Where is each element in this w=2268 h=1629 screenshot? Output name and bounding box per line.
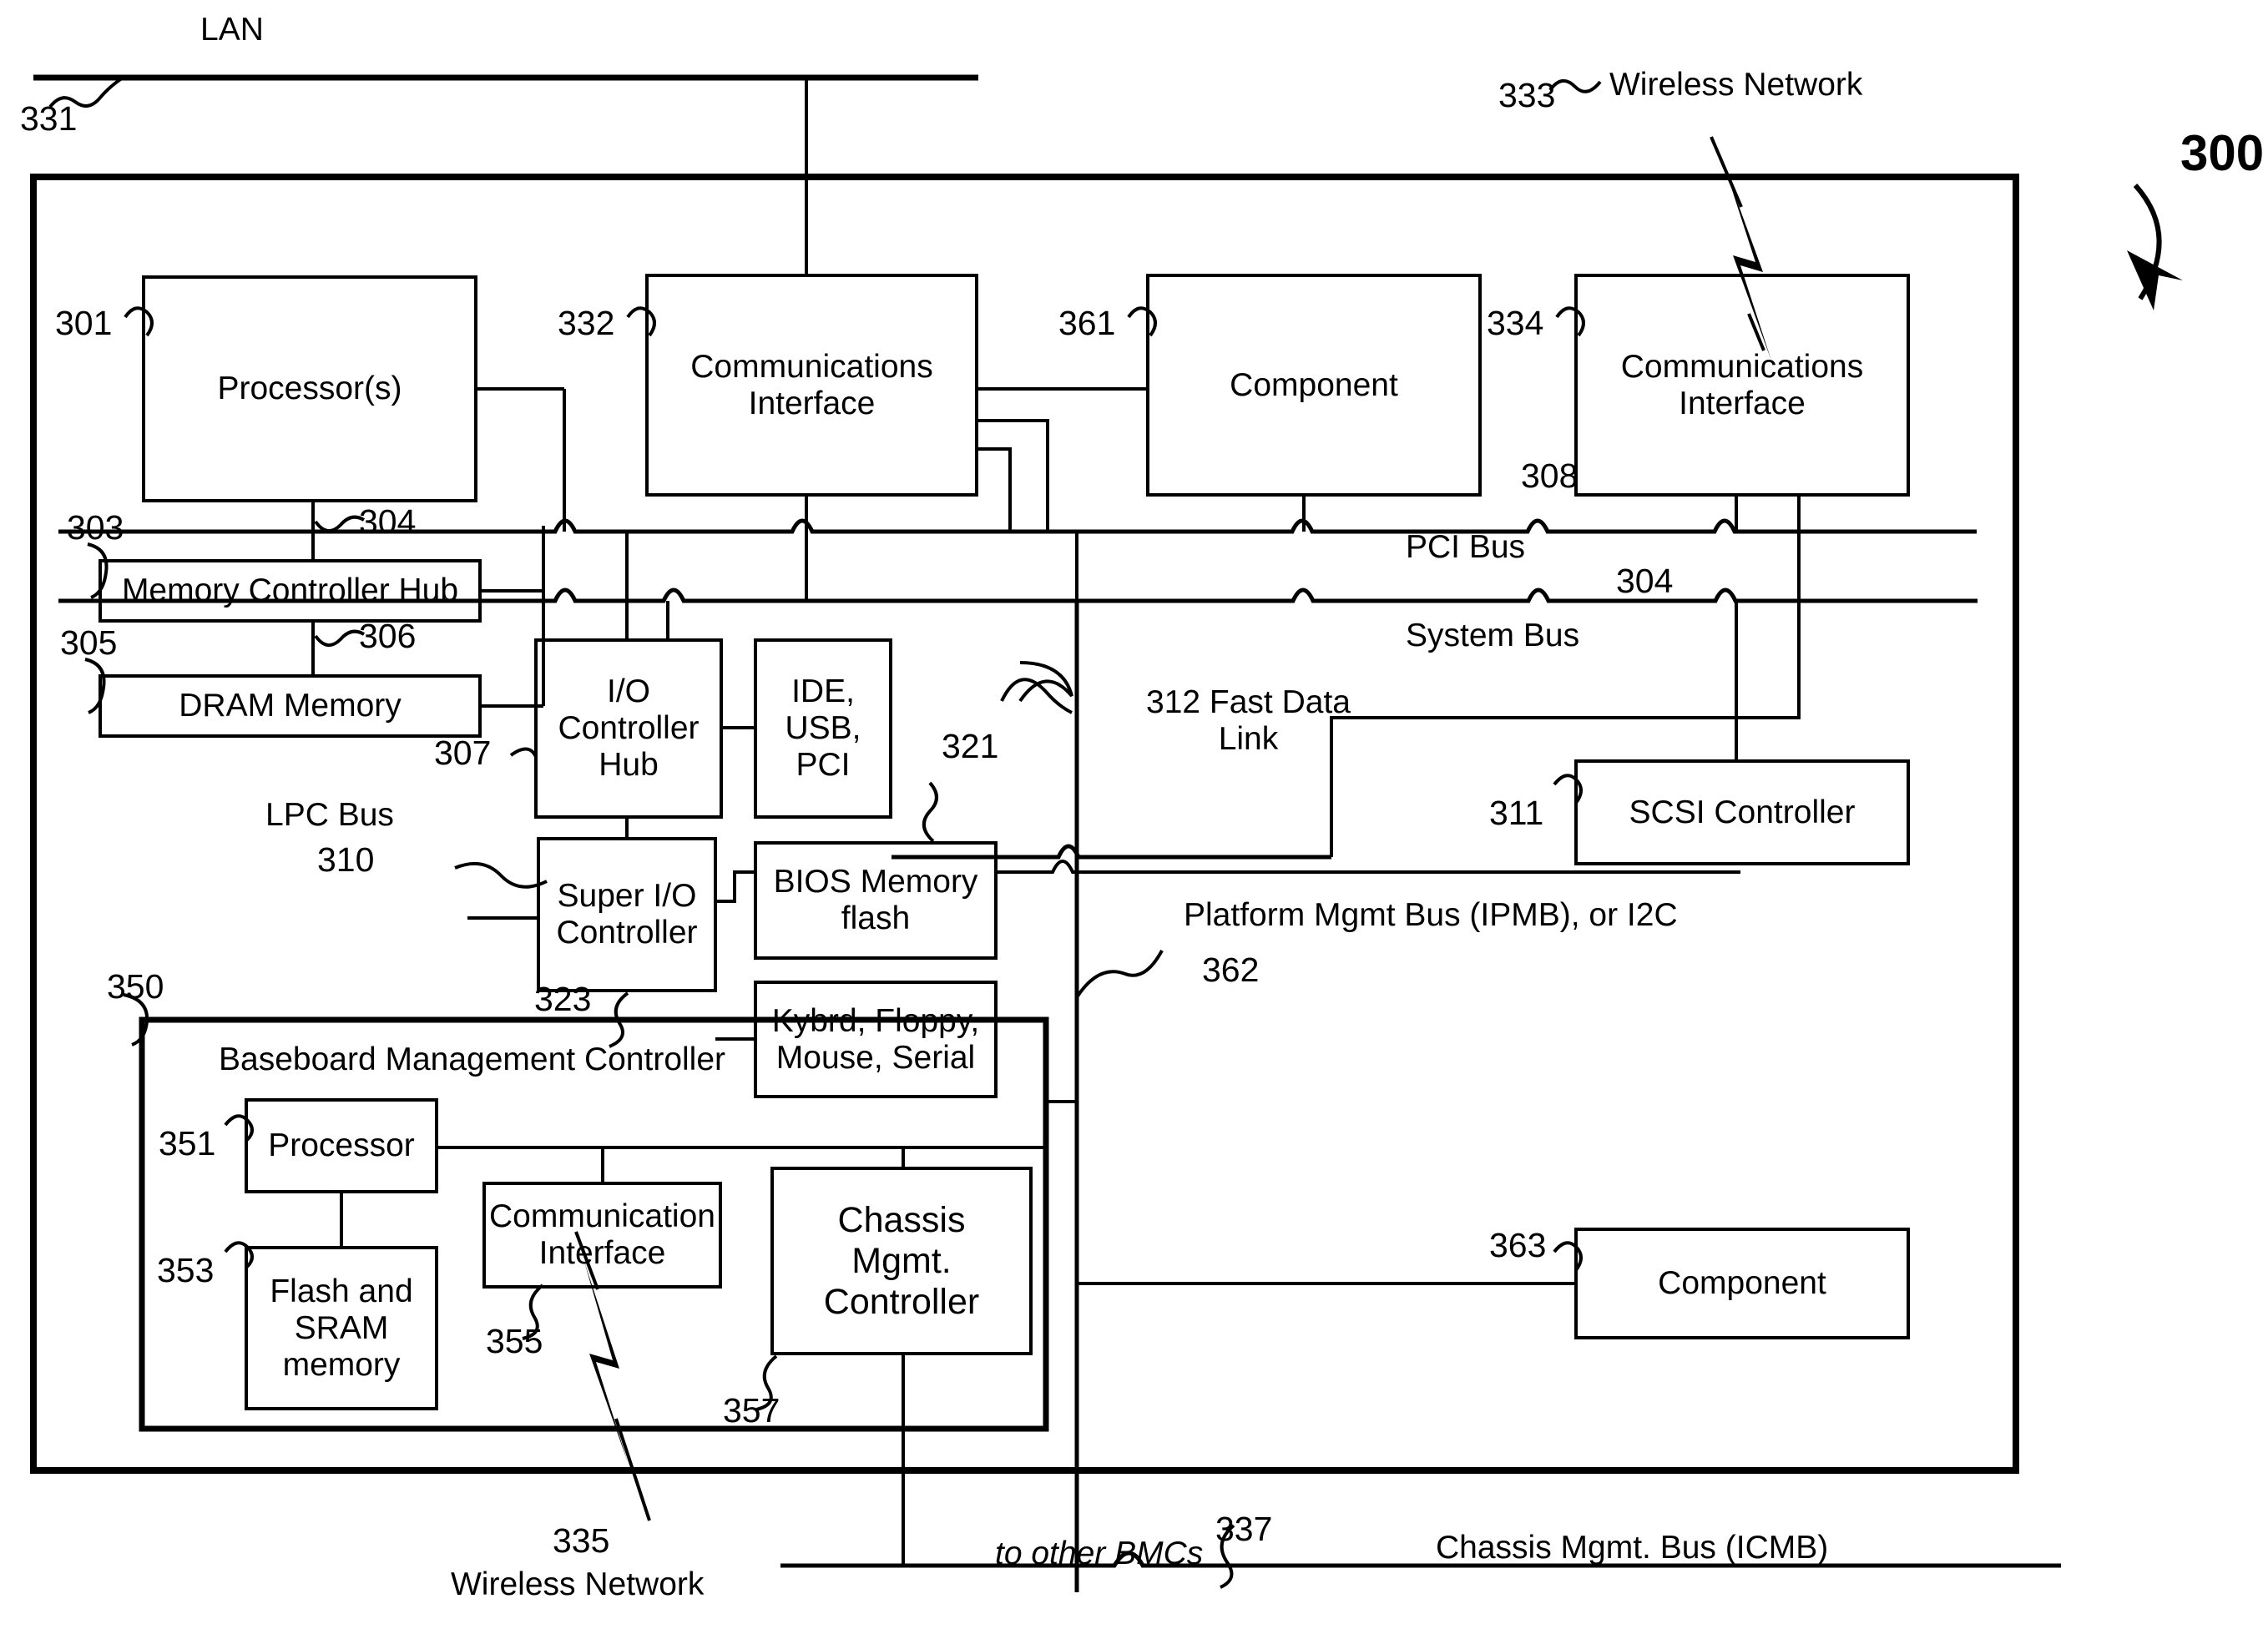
bmc-comm-interface-text: Communication Interface: [489, 1198, 715, 1271]
io-controller-hub-label: I/O Controller Hub: [536, 640, 721, 817]
ref-304a-label: 304: [359, 502, 417, 541]
bmc-flash-sram-text: Flash and SRAM memory: [270, 1273, 413, 1383]
ref-304b-label: 304: [1616, 562, 1674, 600]
figure-number-label: 300: [2180, 125, 2265, 181]
ref-321-label: 321: [942, 727, 999, 765]
wireless-network-bottom-label: Wireless Network: [451, 1566, 705, 1602]
comm-interface-334-text: Communications Interface: [1620, 348, 1864, 421]
pci-bus-line: [58, 518, 1977, 534]
memory-controller-hub-label: Memory Controller Hub: [100, 561, 480, 621]
bmc-flash-sram-label: Flash and SRAM memory: [246, 1248, 437, 1409]
processor-text: Processor(s): [217, 371, 402, 406]
ref-353-label: 353: [157, 1251, 215, 1289]
icmb-bus-line: [780, 1551, 2061, 1568]
bmc-processor-text: Processor: [268, 1127, 415, 1163]
comm332-to-bus-c: [977, 447, 1012, 532]
platform-mgmt-bus-label: Platform Mgmt Bus (IPMB), or I2C: [1184, 897, 1678, 933]
ref-304a-leader: [314, 515, 366, 532]
ref-306-label: 306: [359, 617, 417, 655]
chassis-mgmt-controller-text: Chassis Mgmt. Controller: [823, 1199, 980, 1322]
ref-355-label: 355: [486, 1322, 543, 1360]
ref-357-label: 357: [723, 1391, 780, 1430]
scsi-controller-text: SCSI Controller: [1629, 794, 1856, 830]
wireless-network-top-label: Wireless Network: [1609, 67, 1863, 103]
bmc-title-label: Baseboard Management Controller: [219, 1041, 726, 1077]
superio-to-bios-line: [715, 870, 755, 903]
ref-362-leader: [1075, 950, 1164, 999]
bios-memory-flash-text: BIOS Memory flash: [773, 864, 978, 936]
component-363-text: Component: [1658, 1265, 1826, 1301]
component-363-label: Component: [1576, 1229, 1908, 1338]
comm332-to-bus-b: [977, 419, 1049, 532]
component-361-text: Component: [1230, 366, 1398, 403]
ref-333-leader: [1548, 79, 1602, 93]
ref-307-label: 307: [434, 734, 492, 772]
kybrd-floppy-label: Kybrd, Floppy, Mouse, Serial: [755, 982, 996, 1097]
dram-memory-label: DRAM Memory: [100, 676, 480, 736]
ide-usb-pci-text: IDE, USB, PCI: [785, 673, 861, 783]
ref-303-label: 303: [67, 508, 124, 547]
ref-332-label: 332: [558, 304, 615, 342]
memory-controller-hub-text: Memory Controller Hub: [121, 572, 459, 608]
ref-337-label: 337: [1215, 1510, 1273, 1548]
chassis-mgmt-bus-label: Chassis Mgmt. Bus (ICMB): [1436, 1530, 1829, 1566]
ref-333-label: 333: [1498, 76, 1556, 114]
wireless-bolt-top-line-a: [1710, 136, 1743, 208]
kybrd-floppy-text: Kybrd, Floppy, Mouse, Serial: [771, 1002, 980, 1076]
system-bus-label: System Bus: [1406, 618, 1580, 653]
component-361-label: Component: [1148, 275, 1480, 495]
comm-interface-332-text: Communications Interface: [690, 348, 933, 421]
ref-307-leader: [509, 747, 538, 758]
ref-312-leader: [1018, 661, 1073, 703]
patent-figure-page: LAN 331 333 Wireless Network 300 301 332…: [0, 0, 2268, 1629]
ide-usb-pci-label: IDE, USB, PCI: [755, 640, 891, 817]
ref-311-label: 311: [1489, 794, 1544, 832]
chassis-mgmt-controller-label: Chassis Mgmt. Controller: [772, 1168, 1031, 1354]
fast-data-link-label: 312 Fast Data Link: [1146, 684, 1351, 757]
ref-362-label: 362: [1202, 951, 1260, 989]
ref-308-label: 308: [1521, 456, 1579, 495]
bios-memory-flash-label: BIOS Memory flash: [755, 843, 996, 958]
ref-321-leader: [922, 781, 938, 843]
comm-interface-334-label: Communications Interface: [1576, 275, 1908, 495]
ref-301-label: 301: [55, 304, 113, 342]
ref-335-label: 335: [553, 1521, 610, 1560]
ref-306-leader: [314, 629, 366, 647]
pci-bus-label: PCI Bus: [1406, 529, 1526, 565]
bmc-comm-interface-label: Communication Interface: [484, 1183, 720, 1287]
dram-memory-text: DRAM Memory: [179, 688, 402, 724]
io-controller-hub-text: I/O Controller Hub: [558, 673, 700, 783]
ref-310-leader: [454, 861, 548, 889]
to-other-bmcs-label: to other BMCs: [995, 1536, 1204, 1571]
comm-interface-332-label: Communications Interface: [647, 275, 977, 495]
lan-label: LAN: [200, 12, 264, 48]
super-io-controller-text: Super I/O Controller: [556, 878, 698, 951]
ref-305-label: 305: [60, 623, 118, 662]
ref-350-label: 350: [107, 967, 164, 1006]
ref-361-label: 361: [1058, 304, 1116, 342]
lpc-bus-label: LPC Bus: [265, 797, 394, 833]
ref-310-label: 310: [317, 840, 375, 879]
super-io-controller-label: Super I/O Controller: [538, 839, 715, 991]
processor-box-label: Processor(s): [144, 277, 476, 501]
bmc-processor-label: Processor: [246, 1100, 437, 1192]
ref-334-label: 334: [1487, 304, 1544, 342]
ref-331-label: 331: [20, 99, 78, 138]
scsi-controller-label: SCSI Controller: [1576, 761, 1908, 864]
ref-363-label: 363: [1489, 1226, 1547, 1264]
ref-351-label: 351: [159, 1124, 216, 1162]
mch-to-ich-link: [480, 526, 545, 593]
